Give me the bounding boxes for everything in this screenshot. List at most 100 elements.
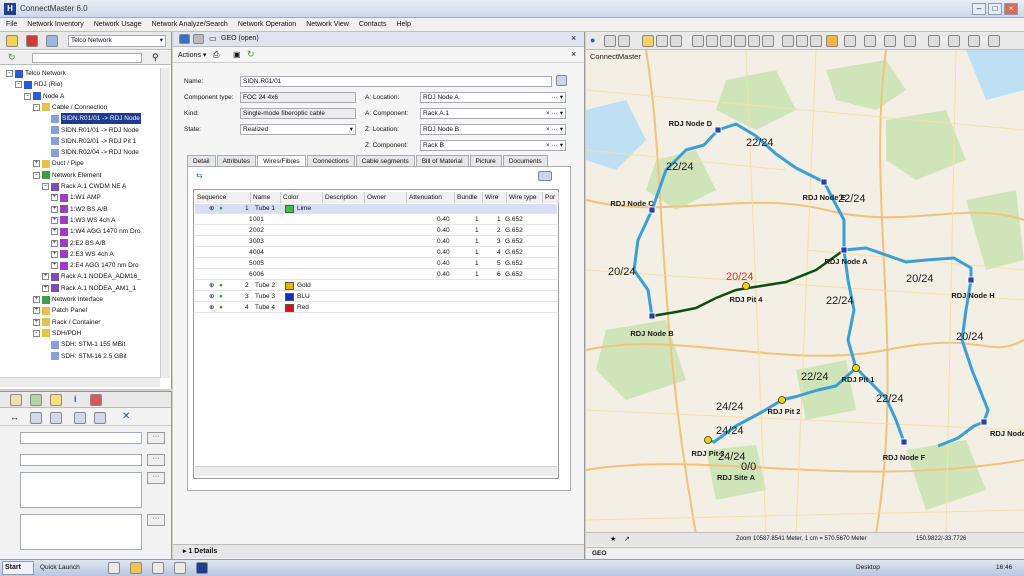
map-canvas[interactable]: RDJ Node DRDJ Node ERDJ Node CRDJ Node A… <box>586 50 1024 534</box>
start-button[interactable]: Start <box>2 561 34 575</box>
actions-menu[interactable]: Actions ▾ <box>178 51 206 59</box>
filter-icon[interactable] <box>46 35 58 47</box>
tree-node[interactable]: + Network Interface <box>33 294 103 305</box>
name-field[interactable]: SIDN.R01/01 <box>240 76 552 87</box>
tree-node[interactable]: - Telco Network <box>6 68 66 79</box>
col-bundle[interactable]: Bundle <box>455 192 483 203</box>
tab-attributes[interactable]: Attributes <box>216 155 257 166</box>
tree-node[interactable]: +1:W3 WS 4ch A <box>51 215 116 226</box>
table-icon[interactable] <box>10 394 22 406</box>
expand-toggle-icon[interactable]: + <box>33 296 40 303</box>
app-icon[interactable] <box>174 562 186 574</box>
state-select[interactable]: Realized ▾ <box>240 124 356 135</box>
column-chooser-icon[interactable] <box>538 171 552 181</box>
grid-icon[interactable] <box>30 394 42 406</box>
expand-toggle-icon[interactable]: + <box>51 205 58 213</box>
tree-node[interactable]: - RDJ (Rio) <box>15 79 63 90</box>
expand-toggle-icon[interactable]: - <box>15 81 22 89</box>
draw-icon[interactable] <box>734 35 746 47</box>
node-icon[interactable] <box>50 412 62 424</box>
forward-icon[interactable] <box>193 34 204 44</box>
menu-network-usage[interactable]: Network Usage <box>94 18 142 31</box>
col-name[interactable]: Name <box>251 192 281 203</box>
node-marker[interactable] <box>840 246 848 254</box>
tree-node[interactable]: + Rack A.1 NODEA_ADM16_ <box>42 271 141 282</box>
pit-marker[interactable] <box>778 396 786 404</box>
more-button[interactable]: ··· <box>147 454 165 466</box>
table-row[interactable]: 2 002 0.40 1 2 G.652 <box>195 226 557 236</box>
menu-network-inventory[interactable]: Network Inventory <box>27 18 83 31</box>
binoculars-icon[interactable] <box>928 35 940 47</box>
more-button[interactable]: ··· <box>147 432 165 444</box>
layer-icon[interactable] <box>796 35 808 47</box>
zoom-out-icon[interactable] <box>656 35 668 47</box>
tab-wires-fibres[interactable]: Wires/Fibres <box>257 155 306 166</box>
table-row[interactable]: ⊕ ● 3 Tube 3 BLU <box>195 292 557 302</box>
table-row[interactable]: 1 001 0.40 1 1 G.652 <box>195 215 557 225</box>
table-row[interactable]: 4 004 0.40 1 4 G.652 <box>195 248 557 258</box>
erase-icon[interactable] <box>762 35 774 47</box>
tab-cable-segments[interactable]: Cable segments <box>355 155 415 166</box>
info-icon[interactable]: i <box>74 394 77 404</box>
select-icon[interactable] <box>604 35 616 47</box>
tree-node[interactable]: + Patch Panel <box>33 305 87 316</box>
export-icon[interactable] <box>988 35 1000 47</box>
col-wire[interactable]: Wire <box>483 192 507 203</box>
col-color[interactable]: Color <box>281 192 323 203</box>
list-icon[interactable] <box>556 75 567 86</box>
globe-icon[interactable]: ● <box>590 35 595 45</box>
tree-node[interactable]: - Node A <box>24 91 64 102</box>
pit-marker[interactable] <box>852 364 860 372</box>
node-icon[interactable] <box>30 412 42 424</box>
col-port[interactable]: Por <box>543 192 559 203</box>
connect-icon[interactable] <box>884 35 896 47</box>
close-tab-icon[interactable]: × <box>571 33 576 43</box>
table-row[interactable]: 5 005 0.40 1 5 G.652 <box>195 259 557 269</box>
table-row[interactable]: ⊕ ● 4 Tube 4 Red <box>195 303 557 313</box>
expand-toggle-icon[interactable]: - <box>33 103 40 111</box>
col-owner[interactable]: Owner <box>365 192 407 203</box>
tree-hscrollbar[interactable] <box>0 377 160 387</box>
pointer-icon[interactable] <box>692 35 704 47</box>
refresh-icon[interactable]: ↻ <box>8 52 16 63</box>
network-select[interactable]: Telco Network ▾ <box>68 35 166 47</box>
menu-contacts[interactable]: Contacts <box>359 18 387 31</box>
pan-icon[interactable] <box>670 35 682 47</box>
tree-node[interactable]: +2:E3 WS 4ch A <box>51 249 114 260</box>
pit-marker[interactable] <box>704 436 712 444</box>
expand-row-icon[interactable]: ⊕ <box>209 303 214 313</box>
z-component-field[interactable]: Rack B × ··· ▾ <box>420 140 566 151</box>
expand-toggle-icon[interactable]: + <box>51 194 58 202</box>
tree-node[interactable]: - Network Element <box>33 170 102 181</box>
menu-file[interactable]: File <box>6 18 17 31</box>
col-attenuation[interactable]: Attenuation <box>407 192 455 203</box>
node-icon[interactable] <box>74 412 86 424</box>
node-marker[interactable] <box>980 418 988 426</box>
tab-documents[interactable]: Documents <box>502 155 548 166</box>
node-icon[interactable] <box>94 412 106 424</box>
node-marker[interactable] <box>967 276 975 284</box>
node-marker[interactable] <box>900 438 908 446</box>
more-button[interactable]: ··· <box>147 514 165 526</box>
desktop-label[interactable]: Desktop <box>856 564 880 571</box>
tree-node[interactable]: SIDN.R01/01 -> RDJ Node <box>42 113 141 125</box>
star-icon[interactable]: ★ <box>610 535 616 543</box>
hand-icon[interactable] <box>618 35 630 47</box>
menu-help[interactable]: Help <box>396 18 410 31</box>
table-row[interactable]: 6 006 0.40 1 6 G.652 <box>195 270 557 280</box>
notes-textarea-2[interactable] <box>20 514 142 550</box>
expand-toggle-icon[interactable]: + <box>42 284 49 292</box>
a-component-field[interactable]: Rack A.1 × ··· ▾ <box>420 108 566 119</box>
tree-node[interactable]: SDH: STM-1 155 MBit <box>42 339 125 350</box>
expand-toggle-icon[interactable]: + <box>33 307 40 315</box>
tree-node[interactable]: - SDH/PDH <box>33 328 81 339</box>
expand-row-icon[interactable]: ⊕ <box>209 281 214 291</box>
polygon-icon[interactable] <box>748 35 760 47</box>
expand-toggle-icon[interactable]: + <box>51 239 58 247</box>
tree-scrollbar[interactable] <box>160 68 170 378</box>
stop-icon[interactable] <box>90 394 102 406</box>
col-description[interactable]: Description <box>323 192 365 203</box>
settings-icon[interactable] <box>968 35 980 47</box>
tree-node[interactable]: SIDN.R01/01 -> RDJ Node <box>42 125 139 136</box>
tab-picture[interactable]: Picture <box>469 155 502 166</box>
